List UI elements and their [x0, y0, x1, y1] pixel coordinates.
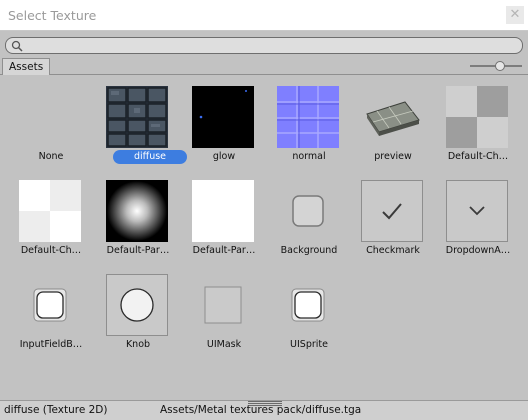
particle-texture-icon — [106, 180, 168, 242]
asset-item-default-checker[interactable]: Default-Ch… — [437, 82, 519, 174]
close-button[interactable]: ✕ — [506, 6, 524, 24]
asset-item-ui-sprite[interactable]: UISprite — [268, 270, 350, 362]
asset-item-none[interactable]: None — [10, 82, 92, 174]
asset-item-normal[interactable]: normal — [268, 82, 350, 174]
stone-tile-texture-icon — [106, 86, 168, 148]
asset-item-glow[interactable]: glow — [183, 82, 265, 174]
checker-texture-icon — [446, 86, 508, 148]
preview-texture-icon — [366, 101, 420, 136]
thumbnail-size-slider[interactable] — [470, 61, 522, 71]
status-bar: diffuse (Texture 2D) Assets/Metal textur… — [0, 400, 528, 420]
asset-label: Default-Ch… — [447, 151, 509, 162]
asset-item-knob[interactable]: Knob — [97, 270, 179, 362]
search-row — [5, 37, 523, 54]
asset-label: preview — [374, 151, 412, 162]
thumb-frame — [277, 180, 339, 242]
search-icon — [11, 40, 23, 52]
asset-label: UIMask — [206, 339, 242, 350]
asset-label: Background — [280, 245, 338, 256]
asset-label: normal — [292, 151, 326, 162]
white-texture-icon — [192, 180, 254, 242]
asset-label: diffuse — [113, 150, 187, 164]
thumb-frame — [19, 274, 81, 336]
asset-label: None — [38, 151, 64, 162]
asset-label: Default-Par… — [106, 245, 170, 256]
asset-label: Checkmark — [366, 245, 420, 256]
asset-item-default-particle[interactable]: Default-Par… — [97, 176, 179, 268]
asset-item-dropdown-arrow[interactable]: DropdownA… — [437, 176, 519, 268]
title-bar: Select Texture ✕ — [0, 0, 528, 31]
asset-label: Default-Ch… — [20, 245, 82, 256]
search-input[interactable] — [5, 37, 523, 54]
asset-label: InputFieldB… — [19, 339, 83, 350]
dropdown-arrow-icon — [469, 206, 485, 216]
asset-item-diffuse[interactable]: diffuse — [97, 82, 187, 174]
ui-mask-icon — [204, 286, 242, 324]
asset-item-checkmark[interactable]: Checkmark — [352, 176, 434, 268]
slider-thumb[interactable] — [495, 61, 505, 71]
asset-item-ui-mask[interactable]: UIMask — [183, 270, 265, 362]
rounded-square-icon — [292, 195, 324, 227]
asset-item-background[interactable]: Background — [268, 176, 350, 268]
asset-grid: None diffuse glow normal preview Default… — [0, 82, 528, 392]
asset-label: Knob — [125, 339, 151, 350]
glow-texture-icon — [192, 86, 254, 148]
asset-label: UISprite — [290, 339, 328, 350]
ui-sprite-icon — [291, 288, 325, 322]
normal-map-texture-icon — [277, 86, 339, 148]
thumb-frame — [106, 274, 168, 336]
thumb-frame — [446, 180, 508, 242]
thumb-frame — [361, 180, 423, 242]
tab-assets[interactable]: Assets — [2, 58, 51, 75]
window-title: Select Texture — [8, 8, 97, 23]
status-asset-path: Assets/Metal textures pack/diffuse.tga — [160, 404, 362, 416]
asset-label: DropdownA… — [445, 245, 511, 256]
knob-icon — [120, 288, 154, 322]
thumb-frame — [277, 274, 339, 336]
thumb-frame — [192, 274, 254, 336]
input-field-background-icon — [33, 288, 67, 322]
asset-label: glow — [212, 151, 236, 162]
asset-item-input-field-background[interactable]: InputFieldB… — [10, 270, 92, 362]
checkmark-icon — [382, 203, 402, 220]
asset-label: Default-Par… — [192, 245, 256, 256]
asset-item-default-checker-light[interactable]: Default-Ch… — [10, 176, 92, 268]
tab-bar: Assets — [0, 58, 528, 75]
asset-item-default-particle-white[interactable]: Default-Par… — [183, 176, 265, 268]
status-asset-name: diffuse (Texture 2D) — [4, 404, 108, 416]
asset-item-preview[interactable]: preview — [352, 82, 434, 174]
checker-light-texture-icon — [19, 180, 81, 242]
